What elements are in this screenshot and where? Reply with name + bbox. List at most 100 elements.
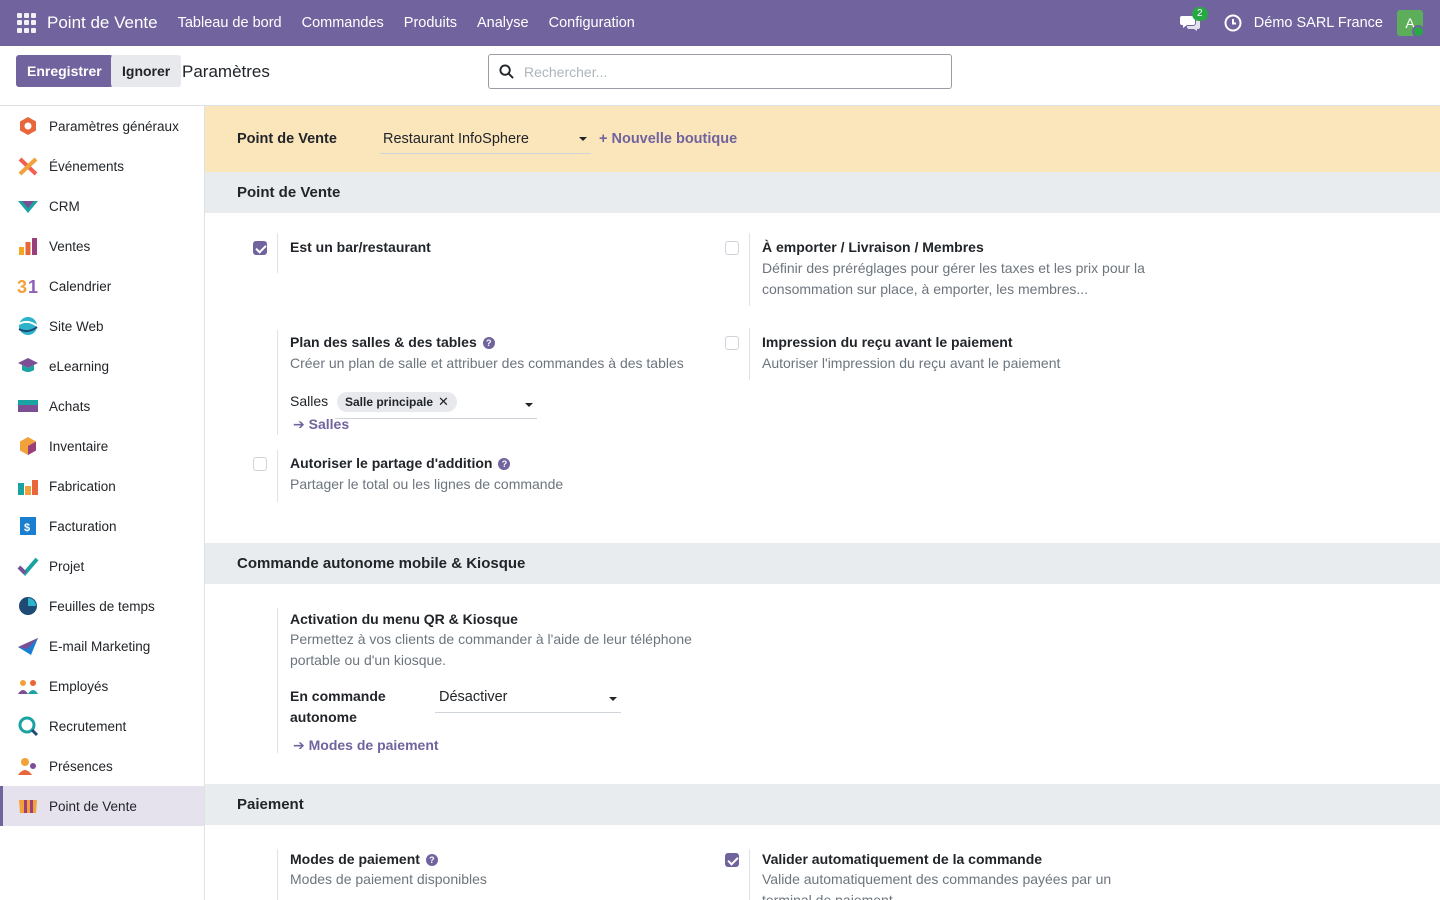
page-title: Paramètres	[182, 62, 270, 81]
pos-selector-bar: Point de Vente Restaurant InfoSphere + N…	[205, 106, 1440, 172]
manufacturing-icon	[17, 475, 39, 497]
top-navbar: Point de Vente Tableau de bord Commandes…	[0, 0, 1440, 46]
new-shop-link[interactable]: + Nouvelle boutique	[599, 131, 737, 147]
timesheets-icon	[17, 595, 39, 617]
split-bill-title: Autoriser le partage d'addition	[290, 455, 493, 471]
sidebar-item-label: Recrutement	[49, 718, 127, 734]
sidebar-item-inventory[interactable]: Inventaire	[0, 426, 204, 466]
sidebar-item-crm[interactable]: CRM	[0, 186, 204, 226]
arrow-right-icon: ➔	[293, 737, 309, 753]
remove-tag-icon[interactable]: ✕	[438, 394, 449, 409]
menu-orders[interactable]: Commandes	[302, 15, 384, 31]
self-ordering-select[interactable]: Désactiver	[435, 684, 621, 713]
sidebar-item-label: eLearning	[49, 358, 110, 374]
floor-tag: Salle principale ✕	[337, 392, 457, 412]
sidebar-item-label: Événements	[49, 158, 125, 174]
sidebar-item-label: Calendrier	[49, 278, 112, 294]
apps-menu-icon[interactable]	[17, 13, 37, 33]
pos-select[interactable]: Restaurant InfoSphere	[380, 124, 591, 154]
menu-dashboard[interactable]: Tableau de bord	[178, 15, 282, 31]
section-header-kiosk: Commande autonome mobile & Kiosque	[205, 543, 1440, 584]
sidebar-item-manufacturing[interactable]: Fabrication	[0, 466, 204, 506]
help-icon[interactable]: ?	[498, 458, 511, 470]
sidebar-item-website[interactable]: Site Web	[0, 306, 204, 346]
floor-plan-title: Plan des salles & des tables	[290, 334, 477, 350]
sidebar-item-label: Ventes	[49, 238, 91, 254]
payment-methods-description: Modes de paiement disponibles	[290, 871, 487, 887]
sidebar-item-label: Site Web	[49, 318, 104, 334]
settings-sidebar: Paramètres généraux Événements CRM Vente…	[0, 106, 205, 900]
sidebar-item-label: E-mail Marketing	[49, 638, 151, 654]
auto-validate-title: Valider automatiquement de la commande	[762, 851, 1043, 867]
payment-methods-title-wrap: Modes de paiement?	[290, 851, 438, 867]
search-input[interactable]	[524, 63, 924, 80]
save-button[interactable]: Enregistrer	[16, 55, 113, 87]
pos-settings-group: Est un bar/restaurant À emporter / Livra…	[205, 213, 1440, 543]
sidebar-item-employees[interactable]: Employés	[0, 666, 204, 706]
split-bill-checkbox[interactable]	[253, 457, 267, 471]
sidebar-item-sales[interactable]: Ventes	[0, 226, 204, 266]
divider	[277, 608, 278, 753]
section-header-payment: Paiement	[205, 784, 1440, 825]
elearning-icon	[17, 355, 39, 377]
payment-methods-link[interactable]: ➔ Modes de paiement	[293, 737, 439, 754]
help-icon[interactable]: ?	[425, 854, 438, 866]
receipt-print-description: Autoriser l'impression du reçu avant le …	[762, 355, 1061, 371]
sidebar-item-general-settings[interactable]: Paramètres généraux	[0, 106, 204, 146]
events-icon	[17, 155, 39, 177]
sidebar-item-timesheets[interactable]: Feuilles de temps	[0, 586, 204, 626]
discard-button[interactable]: Ignorer	[111, 55, 182, 87]
receipt-print-checkbox[interactable]	[725, 336, 739, 350]
sales-icon	[17, 235, 39, 257]
user-avatar[interactable]: A	[1397, 10, 1425, 38]
chat-icon[interactable]: 2	[1179, 7, 1208, 32]
sidebar-item-email-marketing[interactable]: E-mail Marketing	[0, 626, 204, 666]
sidebar-item-recruitment[interactable]: Recrutement	[0, 706, 204, 746]
sidebar-item-label: Achats	[49, 398, 91, 414]
search-box[interactable]	[488, 54, 952, 89]
crm-icon	[17, 195, 39, 217]
payment-methods-title: Modes de paiement	[290, 851, 420, 867]
floors-many2many-field[interactable]: Salle principale ✕	[335, 390, 537, 419]
sidebar-item-label: Point de Vente	[49, 798, 137, 814]
sidebar-item-events[interactable]: Événements	[0, 146, 204, 186]
floor-tag-label: Salle principale	[345, 395, 434, 409]
takeaway-title: À emporter / Livraison / Membres	[762, 239, 984, 255]
app-brand[interactable]: Point de Vente	[47, 13, 158, 33]
chat-count-badge: 2	[1191, 7, 1208, 21]
activity-clock-icon[interactable]	[1224, 14, 1242, 32]
sidebar-item-invoicing[interactable]: $ Facturation	[0, 506, 204, 546]
sidebar-item-calendar[interactable]: 31 Calendrier	[0, 266, 204, 306]
sidebar-item-elearning[interactable]: eLearning	[0, 346, 204, 386]
takeaway-description: Définir des préréglages pour gérer les t…	[762, 260, 1145, 297]
auto-validate-description: Valide automatiquement des commandes pay…	[762, 871, 1112, 900]
auto-validate-checkbox[interactable]	[725, 853, 739, 867]
takeaway-checkbox[interactable]	[725, 241, 739, 255]
svg-text:1: 1	[28, 277, 38, 297]
bar-restaurant-checkbox[interactable]	[253, 241, 267, 255]
sidebar-item-label: Fabrication	[49, 478, 116, 494]
menu-products[interactable]: Produits	[404, 15, 457, 31]
sidebar-item-point-of-sale[interactable]: Point de Vente	[0, 786, 204, 826]
chevron-down-icon	[525, 403, 533, 407]
inventory-icon	[17, 435, 39, 457]
floors-link[interactable]: ➔ Salles	[293, 416, 349, 433]
floors-link-label: Salles	[308, 416, 350, 432]
company-switcher[interactable]: Démo SARL France	[1254, 15, 1383, 31]
floor-plan-field-label: Salles	[290, 393, 329, 409]
sidebar-item-purchase[interactable]: Achats	[0, 386, 204, 426]
calendar-icon: 31	[17, 275, 39, 297]
sidebar-item-label: CRM	[49, 198, 80, 214]
attendances-icon	[17, 755, 39, 777]
divider	[277, 450, 278, 502]
pos-selector-label: Point de Vente	[237, 131, 337, 147]
sidebar-item-project[interactable]: Projet	[0, 546, 204, 586]
sidebar-item-attendances[interactable]: Présences	[0, 746, 204, 786]
divider	[749, 849, 750, 900]
menu-reporting[interactable]: Analyse	[477, 15, 529, 31]
menu-configuration[interactable]: Configuration	[549, 15, 635, 31]
sidebar-item-label: Présences	[49, 758, 113, 774]
recruitment-icon	[17, 715, 39, 737]
help-icon[interactable]: ?	[482, 337, 495, 349]
svg-text:3: 3	[17, 277, 27, 297]
